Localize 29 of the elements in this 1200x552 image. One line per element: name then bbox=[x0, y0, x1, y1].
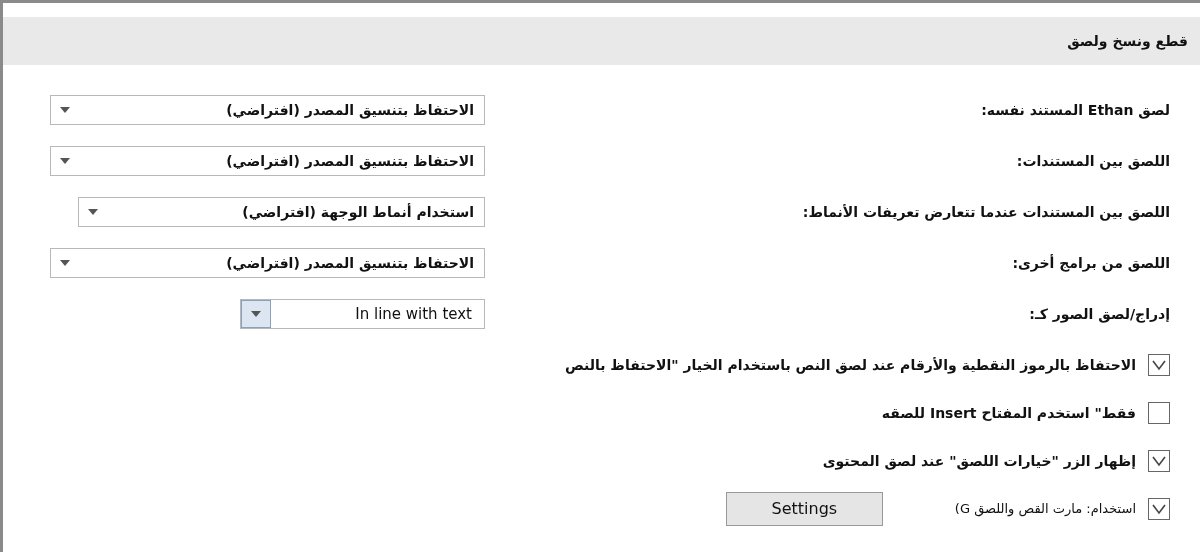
option-label: اللصق من برامج أخرى: bbox=[1012, 255, 1170, 271]
dropdown[interactable]: الاحتفاظ بتنسيق المصدر (افتراضي) bbox=[50, 95, 485, 125]
dropdown-arrow-icon bbox=[59, 106, 71, 114]
checkmark-icon bbox=[1152, 454, 1166, 467]
dropdown-arrow-icon bbox=[87, 208, 99, 216]
option-label: اللصق بين المستندات: bbox=[1016, 153, 1170, 169]
checkbox[interactable] bbox=[1148, 497, 1170, 520]
checkbox-label: الاحتفاظ بالرموز النقطية والأرقام عند لصق النص باستخدام الخيار "الاحتفاظ بالنص bbox=[564, 356, 1136, 373]
checkbox[interactable] bbox=[1148, 449, 1170, 472]
dropdown-button[interactable] bbox=[241, 300, 271, 328]
checkbox-label: إظهار الزر "خيارات اللصق" عند لصق المحتوى bbox=[822, 452, 1136, 469]
dropdown[interactable]: In line with text bbox=[240, 299, 485, 329]
dropdown[interactable]: الاحتفاظ بتنسيق المصدر (افتراضي) bbox=[50, 248, 485, 278]
dropdown-arrow-icon bbox=[250, 310, 262, 318]
checkmark-icon bbox=[1152, 358, 1166, 371]
dropdown-arrow-icon bbox=[59, 157, 71, 165]
checkbox-label: استخدام: مارت القص واللصق G) bbox=[954, 501, 1136, 516]
option-label: اللصق بين المستندات عندما تتعارض تعريفات الأنماط: bbox=[802, 204, 1170, 220]
checkbox-label: فقط" استخدم المفتاح Insert للصقه bbox=[881, 404, 1136, 421]
option-label: لصق Ethan المستند نفسه: bbox=[981, 102, 1170, 118]
option-label: إدراج/لصق الصور كـ: bbox=[1029, 306, 1170, 322]
checkbox[interactable] bbox=[1148, 401, 1170, 424]
dropdown[interactable]: استخدام أنماط الوجهة (افتراضي) bbox=[78, 197, 485, 227]
checkbox[interactable] bbox=[1148, 353, 1170, 376]
dropdown-arrow-icon bbox=[59, 259, 71, 267]
section-title: قطع ونسخ ولصق bbox=[1067, 33, 1188, 49]
dropdown[interactable]: الاحتفاظ بتنسيق المصدر (افتراضي) bbox=[50, 146, 485, 176]
settings-button[interactable]: Settings bbox=[725, 491, 883, 526]
checkmark-icon bbox=[1152, 502, 1166, 515]
